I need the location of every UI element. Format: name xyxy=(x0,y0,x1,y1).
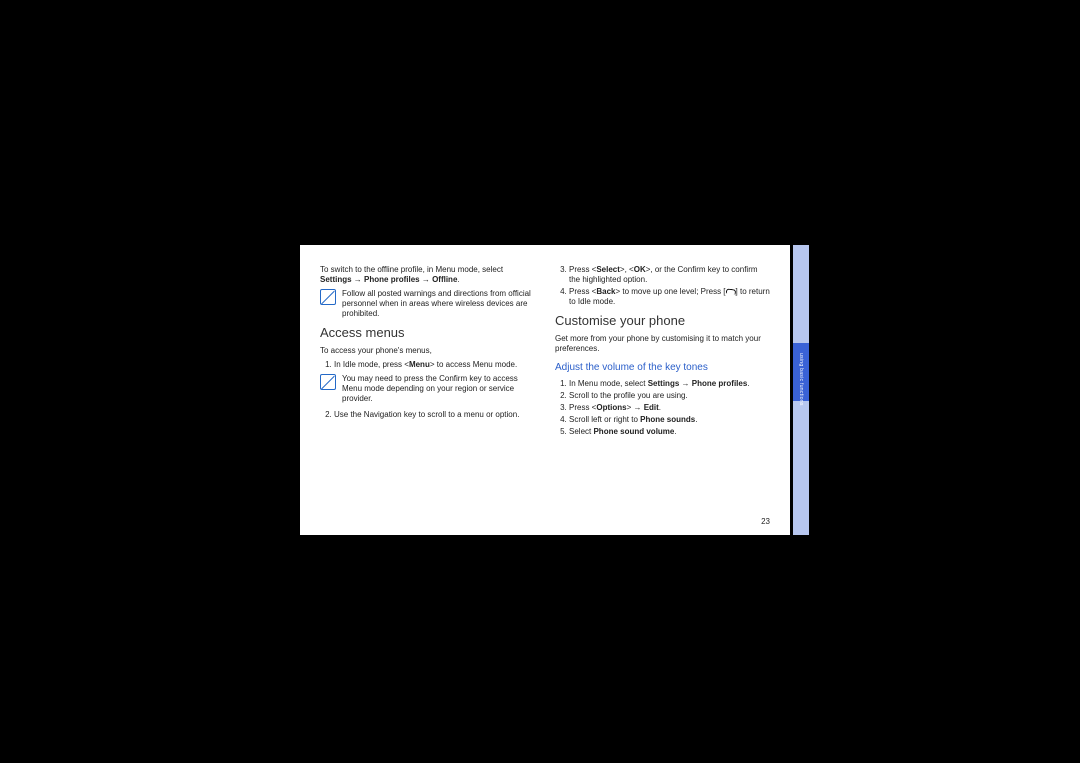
page-number: 23 xyxy=(761,517,770,527)
text: Press < xyxy=(569,287,596,296)
text: > to move up one level; Press [ xyxy=(615,287,725,296)
subheading-volume: Adjust the volume of the key tones xyxy=(555,362,770,375)
steps-list-cont: Press <Select>, <OK>, or the Confirm key… xyxy=(555,265,770,307)
list-item: Press <Select>, <OK>, or the Confirm key… xyxy=(569,265,770,285)
note-text: You may need to press the Confirm key to… xyxy=(342,374,535,404)
manual-page: To switch to the offline profile, in Men… xyxy=(300,245,790,535)
bold: Options xyxy=(596,403,626,412)
end-call-icon xyxy=(726,288,736,295)
text: Select xyxy=(569,427,593,436)
note-icon xyxy=(320,289,336,305)
note-block: You may need to press the Confirm key to… xyxy=(320,374,535,404)
bold: Menu xyxy=(409,360,430,369)
list-item: Select Phone sound volume. xyxy=(569,427,770,437)
heading-customise: Customise your phone xyxy=(555,313,770,329)
subtext: Get more from your phone by customising … xyxy=(555,334,770,354)
text: To switch to the offline profile, in Men… xyxy=(320,265,503,274)
text: > → xyxy=(627,403,644,412)
text: Press < xyxy=(569,265,596,274)
bold: Settings xyxy=(648,379,680,388)
right-column: Press <Select>, <OK>, or the Confirm key… xyxy=(545,245,790,535)
bold: Select xyxy=(596,265,620,274)
bold: Phone sounds xyxy=(640,415,695,424)
list-item: Scroll left or right to Phone sounds. xyxy=(569,415,770,425)
list-item: In Idle mode, press <Menu> to access Men… xyxy=(334,360,535,404)
side-tab-label: using basic functions xyxy=(793,350,809,408)
adjust-steps: In Menu mode, select Settings → Phone pr… xyxy=(555,379,770,437)
offline-intro: To switch to the offline profile, in Men… xyxy=(320,265,535,285)
text: In Idle mode, press < xyxy=(334,360,409,369)
side-tab-strip: using basic functions xyxy=(793,245,809,535)
bold: Back xyxy=(596,287,615,296)
arrow: → xyxy=(679,379,691,388)
bold: Phone sound volume xyxy=(593,427,674,436)
steps-list: In Idle mode, press <Menu> to access Men… xyxy=(320,360,535,420)
list-item: Use the Navigation key to scroll to a me… xyxy=(334,410,535,420)
list-item: Press <Options> → Edit. xyxy=(569,403,770,413)
text: In Menu mode, select xyxy=(569,379,648,388)
note-text: Follow all posted warnings and direction… xyxy=(342,289,535,319)
text: Scroll left or right to xyxy=(569,415,640,424)
note-block: Follow all posted warnings and direction… xyxy=(320,289,535,319)
bold: Phone profiles xyxy=(692,379,748,388)
bold: Settings xyxy=(320,275,352,284)
note-icon xyxy=(320,374,336,390)
text: Press < xyxy=(569,403,596,412)
left-column: To switch to the offline profile, in Men… xyxy=(300,245,545,535)
bold: Edit xyxy=(644,403,659,412)
bold: OK xyxy=(634,265,646,274)
arrow: → xyxy=(354,275,364,284)
subtext: To access your phone's menus, xyxy=(320,346,535,356)
list-item: In Menu mode, select Settings → Phone pr… xyxy=(569,379,770,389)
list-item: Scroll to the profile you are using. xyxy=(569,391,770,401)
heading-access-menus: Access menus xyxy=(320,325,535,341)
bold: Phone profiles xyxy=(364,275,420,284)
arrow: → xyxy=(422,275,432,284)
bold: Offline xyxy=(432,275,457,284)
text: > to access Menu mode. xyxy=(430,360,517,369)
list-item: Press <Back> to move up one level; Press… xyxy=(569,287,770,307)
text: >, < xyxy=(620,265,634,274)
